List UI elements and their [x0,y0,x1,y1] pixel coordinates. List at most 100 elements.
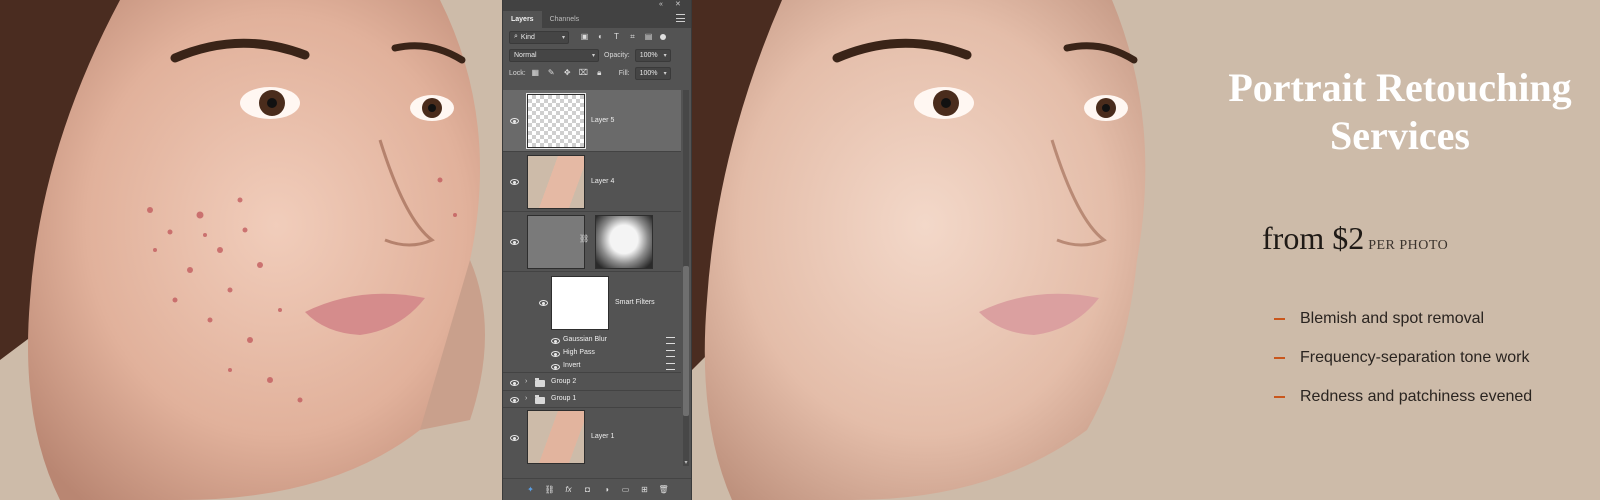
lock-pixels-icon[interactable]: ✎ [547,68,556,78]
add-mask-icon[interactable]: ◘ [583,485,593,494]
lock-position-icon[interactable]: ✥ [563,68,572,78]
tab-layers[interactable]: Layers [503,11,542,28]
filter-row-gaussian-blur[interactable]: Gaussian Blur [503,334,681,347]
smart-object-thumbnail [527,215,585,269]
filter-name: Gaussian Blur [563,336,607,343]
visibility-eye-icon[interactable] [551,351,560,357]
search-icon: ⌕ [514,33,518,40]
scrollbar-thumb[interactable] [683,266,689,416]
visibility-eye-icon[interactable] [551,338,560,344]
layers-scrollbar[interactable]: ▴ ▾ [683,90,689,466]
adjustment-filter-icon[interactable]: ◐ [596,32,605,42]
feature-item: Blemish and spot removal [1274,310,1532,349]
lock-label: Lock: [509,69,526,77]
layer-row-layer-4[interactable]: Layer 4 [503,152,681,212]
fill-field[interactable]: 100% ▾ [634,66,671,80]
layer-mask-thumbnail[interactable] [595,215,653,269]
feature-item: Redness and patchiness evened [1274,388,1532,427]
link-layers-icon[interactable]: ⛓ [545,485,555,494]
smart-filters-label: Smart Filters [615,299,655,306]
filter-name: High Pass [563,349,595,356]
fx-icon[interactable]: fx [564,485,574,494]
smart-object-filter-icon[interactable]: ▤ [644,32,653,42]
group-row-group-1[interactable]: › Group 1 [503,391,681,408]
layer-row-layer-1[interactable]: Layer 1 [503,408,681,466]
filter-kind-value: Kind [520,33,535,41]
layer-row-smart-object[interactable]: ⛓ [503,212,681,272]
group-name: Group 1 [551,395,577,402]
visibility-eye-icon[interactable] [510,118,519,124]
price-tag: from $2 PER PHOTO [1262,220,1448,257]
group-row-group-2[interactable]: › Group 2 [503,374,681,391]
visibility-eye-icon[interactable] [510,397,519,403]
folder-icon [535,378,545,387]
layers-bottom-toolbar: ✦ ⛓ fx ◘ ◑ ▭ ⊞ 🗑︎ [503,478,691,500]
feature-item: Frequency-separation tone work [1274,349,1532,388]
lock-all-icon[interactable]: 🔒︎ [595,68,604,78]
visibility-eye-icon[interactable] [539,300,548,306]
panel-menu-icon[interactable] [676,14,685,22]
visibility-eye-icon[interactable] [510,435,519,441]
chevron-down-icon: ▾ [663,52,667,59]
visibility-eye-icon[interactable] [510,380,519,386]
pin-icon[interactable]: ✦ [526,485,536,494]
opacity-label: Opacity: [604,51,630,59]
fill-value: 100% [639,69,658,77]
visibility-eye-icon[interactable] [551,364,560,370]
filter-row-high-pass[interactable]: High Pass [503,347,681,360]
blend-mode-dropdown[interactable]: Normal ▾ [509,48,599,62]
layer-thumbnail-portrait [527,155,585,209]
new-group-icon[interactable]: ▭ [621,485,631,494]
before-photo [0,0,502,500]
after-photo [692,0,1189,500]
layer-row-layer-5[interactable]: Layer 5 [503,90,681,152]
opacity-field[interactable]: 100% ▾ [634,48,671,62]
filter-toggle-icon[interactable] [660,34,666,40]
smart-filters-row[interactable]: Smart Filters [503,272,681,334]
lock-artboard-icon[interactable]: ⌧ [579,68,588,78]
lock-row: Lock: ▦ ✎ ✥ ⌧ 🔒︎ Fill: 100% ▾ [503,64,691,82]
blend-row: Normal ▾ Opacity: 100% ▾ [503,46,691,64]
visibility-eye-icon[interactable] [510,239,519,245]
pixel-filter-icon[interactable]: ▣ [580,32,589,42]
layer-thumbnail-portrait [527,410,585,464]
headline-line-2: Services [1330,113,1470,158]
chevron-down-icon: ▾ [561,34,565,41]
visibility-eye-icon[interactable] [510,179,519,185]
new-layer-icon[interactable]: ⊞ [640,485,650,494]
layers-panel: « ✕ Layers Channels ⌕ Kind ▾ ▣ ◐ T ⌗ ▤ N… [502,0,692,500]
folder-icon [535,395,545,404]
filter-options-icon[interactable] [666,350,675,357]
lock-transparent-icon[interactable]: ▦ [531,68,540,78]
panel-title-bar: « ✕ [503,0,691,10]
filter-options-icon[interactable] [666,337,675,344]
scroll-down-icon[interactable]: ▾ [683,459,689,466]
link-chain-icon[interactable]: ⛓ [579,234,589,243]
tab-channels[interactable]: Channels [542,11,588,28]
headline: Portrait Retouching Services [1200,64,1600,160]
price-from: from $2 [1262,220,1365,256]
layer-name: Layer 1 [591,433,615,440]
layer-name: Layer 5 [591,117,615,124]
close-icon[interactable]: ✕ [675,1,681,9]
filter-kind-dropdown[interactable]: ⌕ Kind ▾ [509,30,569,44]
expand-arrow-icon[interactable]: › [525,395,527,402]
feature-list: Blemish and spot removal Frequency-separ… [1274,310,1532,427]
smart-filter-mask-thumbnail [551,276,609,330]
chevron-down-icon: ▾ [663,70,667,77]
shape-filter-icon[interactable]: ⌗ [628,32,637,42]
group-name: Group 2 [551,378,577,385]
collapse-icon[interactable]: « [659,1,663,9]
layer-name: Layer 4 [591,178,615,185]
headline-line-1: Portrait Retouching [1228,65,1572,110]
filter-options-icon[interactable] [666,363,675,370]
filter-row: ⌕ Kind ▾ ▣ ◐ T ⌗ ▤ [503,28,691,46]
panel-tabs: Layers Channels [503,10,691,28]
filter-name: Invert [563,362,581,369]
blend-mode-value: Normal [514,51,537,59]
type-filter-icon[interactable]: T [612,32,621,42]
adjustment-layer-icon[interactable]: ◑ [602,485,612,494]
filter-row-invert[interactable]: Invert [503,360,681,373]
expand-arrow-icon[interactable]: › [525,378,527,385]
delete-icon[interactable]: 🗑︎ [659,485,669,494]
